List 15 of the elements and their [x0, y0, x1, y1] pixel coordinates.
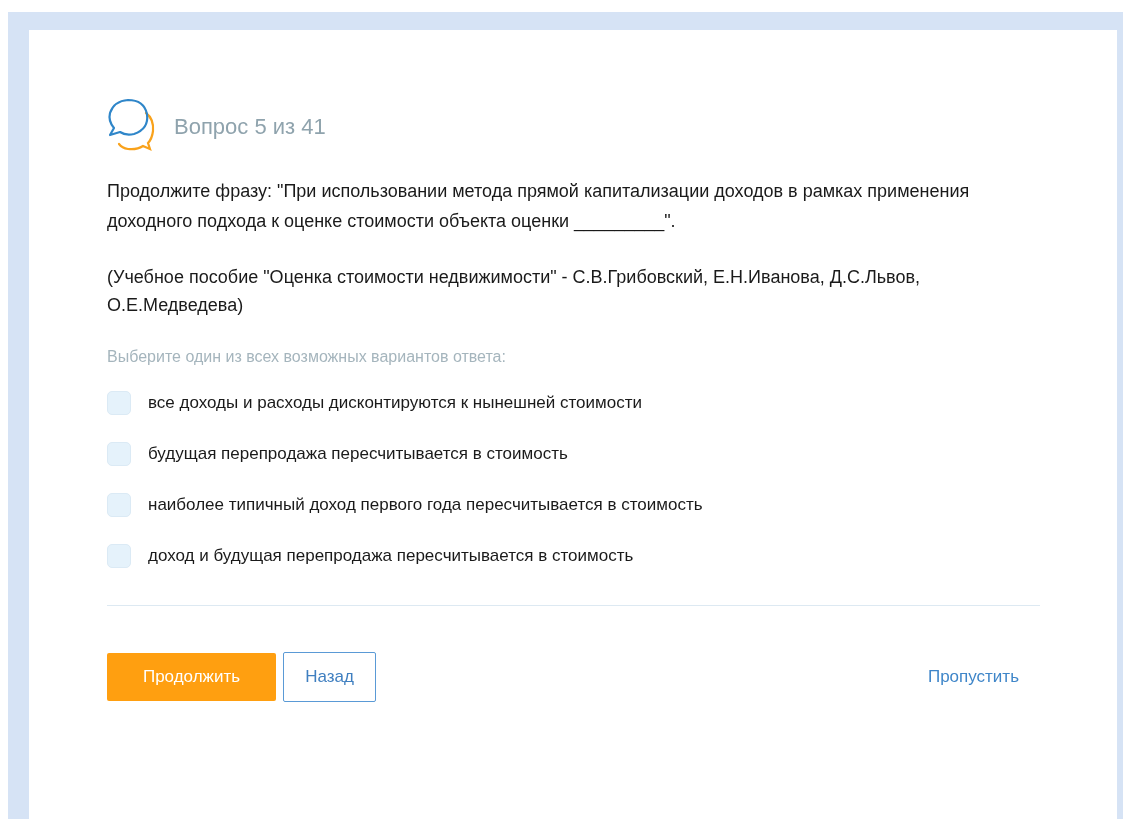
- option-label: наиболее типичный доход первого года пересчитывается в стоимость: [148, 494, 703, 517]
- question-source: (Учебное пособие "Оценка стоимости недвижимости" - С.В.Грибовский, Е.Н.Иванова, Д.С.Львов, О.Е.Медведева): [107, 266, 922, 317]
- checkbox[interactable]: [107, 391, 131, 415]
- checkbox[interactable]: [107, 442, 131, 466]
- skip-link[interactable]: Пропустить: [927, 664, 1019, 690]
- instruction-text: Выберите один из всех возможных вариантов ответа:: [107, 347, 507, 367]
- continue-button[interactable]: Продолжить: [107, 653, 276, 701]
- option-label: все доходы и расходы дисконтируются к нынешней стоимости: [148, 392, 642, 415]
- option-label: будущая перепродажа пересчитывается в стоимость: [148, 443, 568, 466]
- back-button[interactable]: Назад: [283, 652, 376, 702]
- question-text: Продолжите фразу: "При использовании метода прямой капитализации доходов в рамках применения доходного подхода к оценке стоимости объекта оценки _________".: [107, 180, 971, 234]
- option-label: доход и будущая перепродажа пересчитывается в стоимость: [148, 545, 634, 568]
- question-counter: Вопрос 5 из 41: [174, 112, 326, 141]
- checkbox[interactable]: [107, 493, 131, 517]
- checkbox[interactable]: [107, 544, 131, 568]
